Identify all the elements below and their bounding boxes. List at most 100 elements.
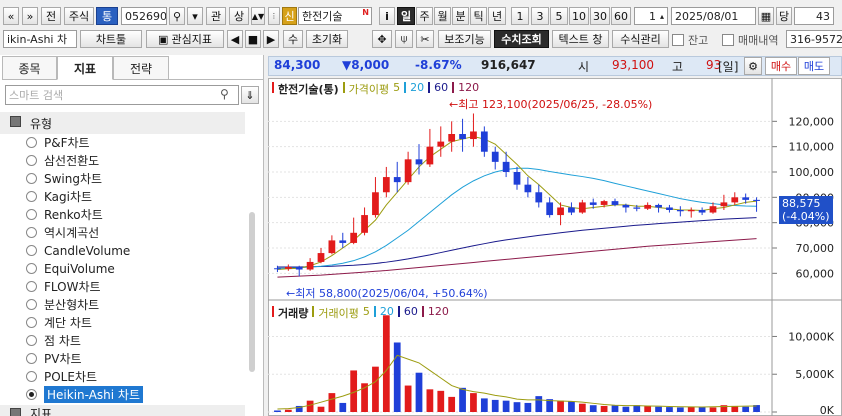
search-button[interactable]: ⚲ [169, 7, 185, 25]
candle-body [557, 207, 564, 216]
collapse-button[interactable]: ⇓ [241, 86, 259, 104]
nav-next-button[interactable]: » [22, 7, 38, 25]
list-item[interactable]: CandleVolume [26, 242, 130, 259]
stock-code-field[interactable]: 052690 [121, 7, 167, 25]
list-item[interactable]: Swing차트 [26, 170, 102, 187]
dropdown-button[interactable]: ▾ [187, 7, 203, 25]
period-minute-tab[interactable]: 분 [452, 7, 469, 25]
stop-button[interactable]: ■ [245, 30, 261, 48]
market-type-button[interactable]: 주식 [64, 7, 94, 25]
list-item[interactable]: POLE차트 [26, 368, 97, 385]
tong-badge[interactable]: 통 [96, 7, 118, 25]
list-item[interactable]: P&F차트 [26, 134, 90, 151]
period-month-tab[interactable]: 월 [434, 7, 451, 25]
period-day-tab[interactable]: 일 [397, 7, 415, 25]
interval-60-button[interactable]: 60 [611, 7, 631, 25]
volume-bar [513, 402, 521, 412]
watch-index-button[interactable]: ▣ 관심지표 [146, 30, 224, 48]
trade-history-label: 매매내역 [738, 34, 779, 47]
radio-icon [26, 299, 37, 310]
interval-1-button[interactable]: 1 [511, 7, 529, 25]
play-back-button[interactable]: ◀ [227, 30, 243, 48]
price-ma120-line [277, 238, 757, 278]
numeric-view-button[interactable]: 수치조회 [494, 30, 549, 48]
chart-canvas[interactable]: 120,000110,000100,00090,00080,00070,0006… [268, 78, 842, 416]
volume-bar [491, 399, 499, 412]
info-button[interactable]: i [379, 7, 395, 25]
price-tick-label: 110,000 [789, 141, 835, 154]
formula-mgmt-button[interactable]: 수식관리 [612, 30, 669, 48]
candle-body [742, 197, 750, 200]
spin-button[interactable]: ▲▼ [251, 7, 265, 25]
calendar-button[interactable]: ▦ [758, 7, 774, 25]
list-item[interactable]: PV차트 [26, 350, 82, 367]
volume-tick-label: 5,000K [795, 368, 834, 381]
checkbox-box [722, 34, 734, 46]
tab-strategy[interactable]: 전략 [113, 56, 169, 80]
scrollbar-thumb[interactable] [249, 212, 255, 372]
list-item[interactable]: Renko차트 [26, 206, 103, 223]
jeon-button[interactable]: 전 [41, 7, 61, 25]
group-header-next[interactable]: 지표 [0, 405, 245, 416]
volume-bar [557, 400, 564, 412]
splitter-button[interactable]: ⋮ [268, 7, 280, 25]
current-price-label: 88,575 (-4.04%) [779, 196, 833, 224]
period-value-field[interactable]: 1 ▴ [634, 7, 668, 25]
nav-prev-button[interactable]: « [3, 7, 19, 25]
list-item[interactable]: 계단 차트 [26, 314, 92, 331]
period-tick-tab[interactable]: 틱 [470, 7, 487, 25]
list-item[interactable]: 삼선전환도 [26, 152, 99, 169]
smart-search-input[interactable]: 스마트 검색 [5, 85, 239, 105]
su-button[interactable]: 수 [283, 30, 303, 48]
count-field[interactable]: 43 [794, 7, 834, 25]
reset-button[interactable]: 초기화 [306, 30, 348, 48]
interval-3-button[interactable]: 3 [531, 7, 549, 25]
account-field[interactable]: 316-9572- [786, 30, 842, 48]
crosshair-button[interactable]: ✥ [372, 30, 392, 48]
sell-button[interactable]: 매도 [798, 57, 830, 75]
dang-button[interactable]: 당 [776, 7, 792, 25]
chart-tool-button[interactable]: 차트툴 [80, 30, 142, 48]
trade-history-checkbox[interactable]: 매매내역 [722, 32, 778, 48]
interval-10-button[interactable]: 10 [569, 7, 589, 25]
candle-body [655, 204, 662, 208]
candle-body [698, 210, 706, 213]
chart-name-field[interactable]: ikin-Ashi 차 [3, 30, 77, 48]
interval-30-button[interactable]: 30 [590, 7, 610, 25]
price-tick-label: 120,000 [789, 115, 835, 128]
sang-button[interactable]: 상 [229, 7, 249, 25]
search-icon[interactable]: ⚲ [220, 87, 234, 103]
list-item[interactable]: Kagi차트 [26, 188, 92, 205]
period-week-tab[interactable]: 주 [416, 7, 433, 25]
buy-button[interactable]: 매수 [765, 57, 797, 75]
candle-body [459, 134, 466, 140]
settings-button[interactable]: ⚙ [744, 57, 762, 75]
list-item[interactable]: 분산형차트 [26, 296, 99, 313]
list-item-label: P&F차트 [44, 136, 90, 150]
balance-checkbox[interactable]: 잔고 [672, 32, 708, 48]
list-item[interactable]: 점 차트 [26, 332, 81, 349]
interval-5-button[interactable]: 5 [550, 7, 568, 25]
price-change: ▼8,000 [342, 58, 390, 72]
list-item[interactable]: FLOW차트 [26, 278, 101, 295]
stock-name-field[interactable]: 한전기술 N [298, 7, 372, 25]
list-item[interactable]: 역시계곡선 [26, 224, 99, 241]
list-item[interactable]: EquiVolume [26, 260, 115, 277]
period-year-tab[interactable]: 년 [488, 7, 506, 25]
date-field[interactable]: 2025/08/01 [671, 7, 756, 25]
candle-body [426, 146, 434, 165]
list-item-selected[interactable]: Heikin-Ashi 차트 [26, 386, 143, 403]
candle-body [295, 267, 303, 270]
text-window-button[interactable]: 텍스트 창 [552, 30, 609, 48]
tab-divider [169, 79, 263, 80]
tab-stock[interactable]: 종목 [2, 56, 57, 80]
scissors-button[interactable]: ✂ [416, 30, 434, 48]
stop-icon: ■ [247, 32, 259, 46]
play-button[interactable]: ▶ [263, 30, 279, 48]
gwan-button[interactable]: 관 [206, 7, 226, 25]
tab-indicator[interactable]: 지표 [57, 56, 113, 80]
radio-icon [26, 335, 37, 346]
pin-button[interactable]: ⍦ [395, 30, 413, 48]
aux-func-button[interactable]: 보조기능 [438, 30, 491, 48]
updown-icon: ▲▼ [251, 11, 265, 21]
